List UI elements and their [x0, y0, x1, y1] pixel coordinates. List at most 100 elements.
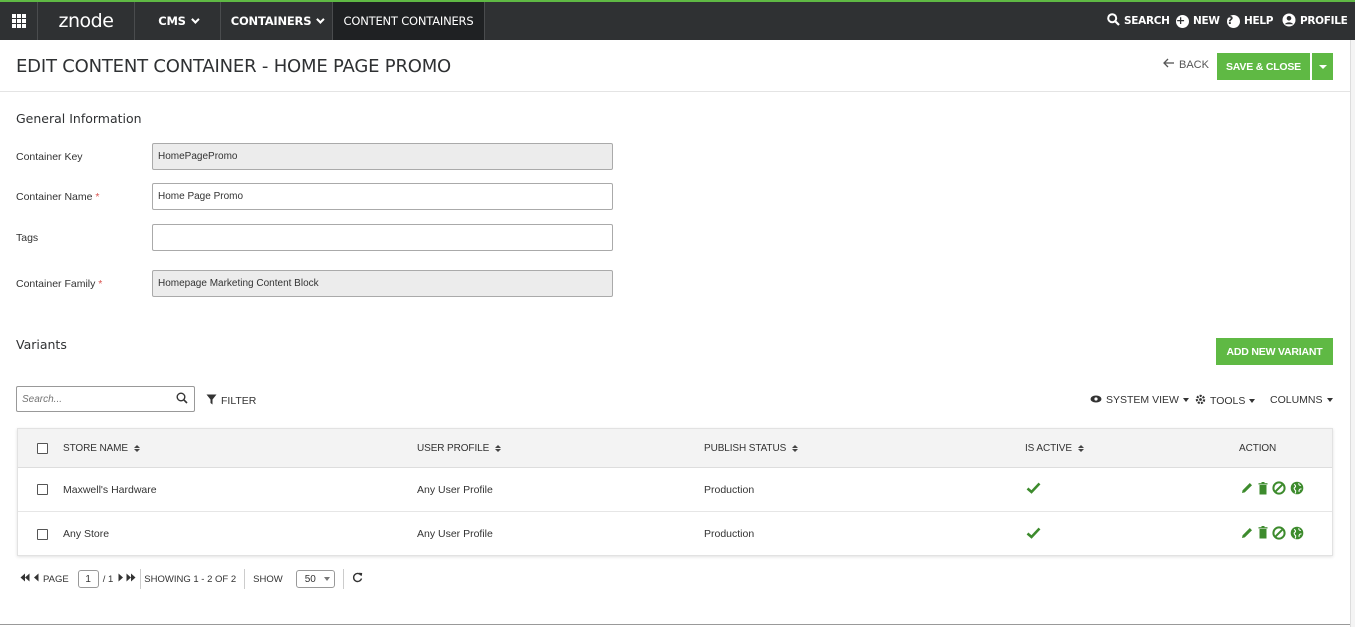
sort-icon: [792, 444, 799, 452]
nav-containers[interactable]: CONTAINERS: [221, 2, 333, 40]
required-marker: *: [95, 191, 100, 203]
row-actions: [1240, 512, 1304, 556]
table-row: Any Store Any User Profile Production: [18, 512, 1332, 556]
tools-label: TOOLS: [1210, 395, 1246, 407]
is-active-cell: [1025, 512, 1041, 556]
variants-search: [16, 386, 195, 412]
table-row: Maxwell's Hardware Any User Profile Prod…: [18, 468, 1332, 512]
filter-button[interactable]: FILTER: [206, 394, 256, 408]
save-and-close-button[interactable]: SAVE & CLOSE: [1217, 53, 1310, 80]
container-name-label-text: Container Name: [16, 191, 93, 203]
back-link[interactable]: BACK: [1163, 58, 1209, 71]
tools-dropdown[interactable]: TOOLS: [1195, 394, 1256, 408]
page-scrollbar[interactable]: [1350, 40, 1355, 627]
column-action: ACTION: [1239, 429, 1276, 467]
container-name-field[interactable]: Home Page Promo: [152, 183, 613, 210]
help-icon: ?: [1227, 14, 1240, 28]
back-label: BACK: [1179, 58, 1209, 71]
container-key-label-text: Container Key: [16, 151, 83, 163]
nav-cms-label: CMS: [158, 14, 186, 28]
container-key-label: Container Key: [16, 151, 83, 163]
prev-page-icon[interactable]: [33, 573, 39, 585]
search-icon[interactable]: [176, 392, 188, 407]
column-store-name[interactable]: STORE NAME: [63, 429, 140, 467]
variants-table: STORE NAME USER PROFILE PUBLISH STATUS I…: [17, 428, 1333, 556]
column-is-active[interactable]: IS ACTIVE: [1025, 429, 1084, 467]
search-input[interactable]: [17, 387, 167, 411]
page-size-value: 50: [304, 573, 316, 585]
sort-icon: [133, 444, 140, 452]
nav-content-containers-label: CONTENT CONTAINERS: [343, 14, 474, 28]
select-all-cell: [37, 429, 48, 467]
system-view-label: SYSTEM VIEW: [1106, 394, 1179, 406]
nav-content-containers[interactable]: CONTENT CONTAINERS: [333, 2, 485, 40]
znode-logo[interactable]: znode: [38, 2, 135, 40]
nav-cms[interactable]: CMS: [135, 2, 221, 40]
row-actions: [1240, 468, 1304, 511]
page-label: PAGE: [43, 573, 69, 585]
disable-ban-icon[interactable]: [1272, 525, 1286, 543]
publish-status-cell: Production: [704, 483, 755, 496]
row-select-cell: [37, 512, 48, 556]
top-navigation-bar: znode CMS CONTAINERS CONTENT CONTAINERS …: [0, 0, 1355, 40]
tags-field[interactable]: [152, 224, 613, 251]
profile-link[interactable]: PROFILE: [1282, 2, 1348, 40]
row-checkbox[interactable]: [37, 528, 48, 540]
column-label: STORE NAME: [63, 442, 128, 454]
caret-down-icon: [1326, 398, 1333, 402]
next-page-icon[interactable]: [118, 573, 124, 585]
refresh-icon[interactable]: [352, 572, 363, 586]
store-name-cell: Any Store: [63, 528, 110, 540]
chevron-down-icon: [190, 15, 200, 24]
tags-label: Tags: [16, 232, 38, 244]
last-page-icon[interactable]: [126, 573, 136, 585]
columns-label: COLUMNS: [1270, 394, 1323, 406]
first-page-icon[interactable]: [20, 573, 30, 585]
publish-globe-icon[interactable]: [1290, 526, 1304, 543]
app-grid-menu-button[interactable]: [0, 2, 38, 40]
row-checkbox[interactable]: [37, 484, 48, 495]
column-label: PUBLISH STATUS: [704, 442, 787, 454]
add-new-variant-button[interactable]: ADD NEW VARIANT: [1216, 338, 1333, 365]
help-link[interactable]: ? HELP: [1227, 2, 1273, 40]
caret-down-icon: [1318, 64, 1327, 69]
pager-divider: [342, 569, 344, 589]
gear-icon: [1195, 394, 1206, 408]
showing-count: SHOWING 1 - 2 OF 2: [144, 573, 237, 585]
edit-pencil-icon[interactable]: [1240, 526, 1254, 543]
container-family-label: Container Family *: [16, 278, 102, 290]
system-view-dropdown[interactable]: SYSTEM VIEW: [1090, 394, 1189, 406]
save-options-dropdown-button[interactable]: [1312, 53, 1333, 80]
sort-icon: [495, 444, 502, 452]
columns-dropdown[interactable]: COLUMNS: [1270, 394, 1333, 406]
row-select-cell: [37, 468, 48, 511]
user-circle-icon: [1282, 13, 1296, 30]
column-user-profile[interactable]: USER PROFILE: [417, 429, 502, 467]
pagination-bar: PAGE 1 / 1 SHOWING 1 - 2 OF 2 SHOW 50: [20, 569, 363, 589]
help-label: HELP: [1244, 15, 1274, 27]
nav-containers-label: CONTAINERS: [230, 14, 312, 28]
disable-ban-icon[interactable]: [1272, 481, 1286, 498]
new-link[interactable]: + NEW: [1176, 2, 1220, 40]
publish-status-cell: Production: [704, 528, 755, 540]
new-label: NEW: [1193, 15, 1220, 27]
store-name-cell: Maxwell's Hardware: [63, 483, 157, 496]
delete-trash-icon[interactable]: [1258, 481, 1268, 498]
caret-down-icon: [1249, 399, 1256, 403]
page-number-input[interactable]: 1: [77, 570, 99, 588]
pager-divider: [244, 569, 246, 589]
search-label: SEARCH: [1124, 15, 1170, 27]
is-active-cell: [1025, 468, 1041, 511]
check-icon: [1026, 482, 1041, 497]
delete-trash-icon[interactable]: [1258, 526, 1268, 542]
column-publish-status[interactable]: PUBLISH STATUS: [704, 429, 799, 467]
select-all-checkbox[interactable]: [37, 442, 48, 454]
search-link[interactable]: SEARCH: [1107, 2, 1170, 40]
profile-label: PROFILE: [1300, 15, 1348, 27]
page-size-select[interactable]: 50: [295, 570, 335, 588]
container-family-field: Homepage Marketing Content Block: [152, 270, 613, 297]
publish-globe-icon[interactable]: [1290, 481, 1304, 498]
edit-pencil-icon[interactable]: [1240, 481, 1254, 498]
page-title: EDIT CONTENT CONTAINER - HOME PAGE PROMO: [16, 56, 452, 77]
filter-label: FILTER: [221, 395, 257, 407]
